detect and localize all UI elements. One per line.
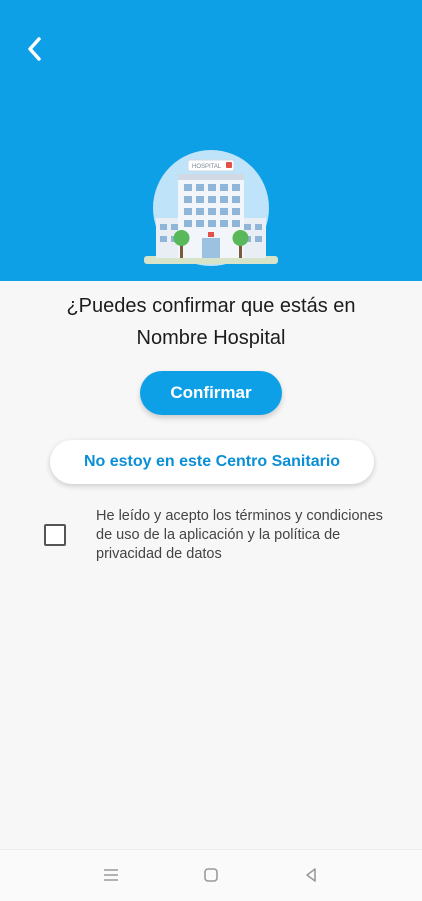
menu-icon [104, 869, 118, 881]
confirm-button[interactable]: Confirmar [140, 371, 282, 415]
menu-button[interactable] [100, 864, 122, 886]
back-button[interactable] [14, 28, 56, 70]
hospital-sign-text: HOSPITAL [192, 164, 222, 170]
confirmation-question: ¿Puedes confirmar que estás en Nombre Ho… [0, 290, 422, 354]
hospital-illustration: HOSPITAL [144, 150, 278, 266]
chevron-left-icon [28, 37, 41, 61]
system-nav-bar [0, 849, 422, 901]
back-triangle-icon [306, 868, 316, 882]
terms-text: He leído y acepto los términos y condici… [96, 508, 383, 562]
back-nav-button[interactable] [300, 864, 322, 886]
not-in-center-button[interactable]: No estoy en este Centro Sanitario [50, 440, 374, 484]
home-button[interactable] [200, 864, 222, 886]
hospital-name: Nombre Hospital [136, 327, 286, 349]
terms-checkbox[interactable] [44, 524, 66, 546]
header: HOSPITAL [0, 0, 422, 281]
home-square-icon [204, 868, 218, 882]
question-line-1: ¿Puedes confirmar que estás en [66, 295, 356, 317]
